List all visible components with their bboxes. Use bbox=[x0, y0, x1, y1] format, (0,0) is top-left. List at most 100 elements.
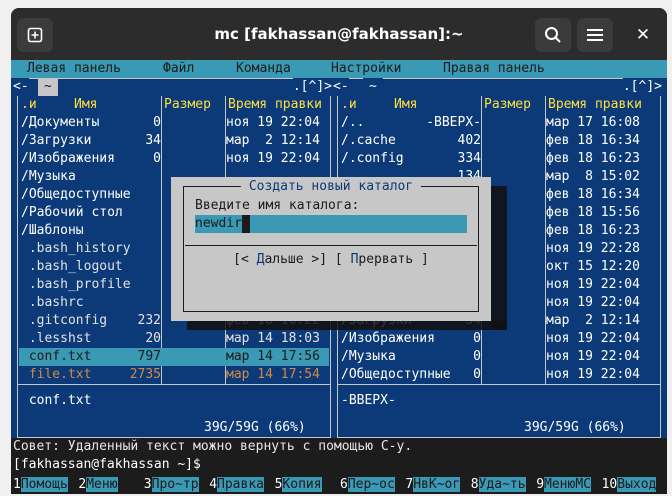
file-time: фев 18 16:34 bbox=[546, 133, 640, 148]
menu-left-panel[interactable]: Левая панель bbox=[27, 60, 121, 78]
left-col-time[interactable]: Время правки bbox=[228, 96, 322, 114]
file-size: 0 bbox=[473, 349, 481, 364]
file-name: .bash_logout bbox=[21, 259, 123, 274]
dialog-shadow bbox=[491, 186, 507, 330]
right-panel-corner-right[interactable]: .[^]> bbox=[622, 78, 662, 96]
file-size: 2735 bbox=[129, 367, 161, 382]
file-size: 34 bbox=[145, 133, 161, 148]
right-disk-usage: 39G/59G (66%) bbox=[520, 419, 630, 437]
file-row[interactable]: .lesshst 20 мар 14 18:03 bbox=[19, 330, 329, 348]
file-name: /Шаблоны bbox=[21, 223, 84, 238]
menu-command[interactable]: Команда bbox=[236, 60, 291, 78]
left-sort-indicator[interactable]: .и bbox=[21, 96, 37, 114]
dialog-prompt-label: Введите имя каталога: bbox=[195, 198, 360, 213]
dialog-separator bbox=[185, 245, 477, 246]
file-time: ноя 19 22:04 bbox=[546, 331, 640, 346]
file-size: 797 bbox=[137, 349, 161, 364]
file-time: ноя 19 22:04 bbox=[226, 115, 320, 130]
file-row[interactable]: /.config 334 фев 18 16:23 bbox=[339, 150, 659, 168]
left-panel-corner-right[interactable]: .[^]> bbox=[292, 78, 332, 96]
shell-prompt[interactable]: [fakhassan@fakhassan ~]$ bbox=[11, 456, 667, 474]
search-button[interactable] bbox=[535, 18, 571, 52]
fkey-10[interactable]: 10Выход bbox=[602, 476, 657, 494]
main-menu-button[interactable] bbox=[577, 18, 613, 52]
terminal-content[interactable]: Левая панель Файл Команда Настройки Прав… bbox=[11, 60, 667, 494]
file-row[interactable]: /Изображения 0 ноя 19 22:04 bbox=[19, 150, 329, 168]
right-status-line: -ВВЕРХ- bbox=[341, 393, 396, 408]
fkey-8[interactable]: 8Уда~ть bbox=[471, 476, 526, 494]
file-time: фев 18 16:23 bbox=[546, 151, 640, 166]
file-time: мар 14 17:56 bbox=[226, 349, 320, 364]
ok-button[interactable]: [< Дальше >] bbox=[233, 252, 327, 267]
file-size: 232 bbox=[137, 313, 161, 328]
right-panel-corner-left[interactable]: <- bbox=[333, 78, 349, 96]
file-name: /Общедоступные bbox=[21, 187, 131, 202]
file-name: /Документы bbox=[21, 115, 100, 130]
fkey-3[interactable]: 3Про~тр bbox=[144, 476, 199, 494]
file-row[interactable]: /.cache 402 фев 18 16:34 bbox=[339, 132, 659, 150]
file-name: /Музыка bbox=[21, 169, 76, 184]
file-name: /.. bbox=[341, 115, 365, 130]
directory-name-value: newdir bbox=[195, 216, 242, 231]
search-icon bbox=[545, 27, 561, 43]
fkey-7[interactable]: 7НвК~ог bbox=[405, 476, 461, 494]
file-name: /Общедоступные bbox=[341, 367, 451, 382]
right-sort-indicator[interactable]: .и bbox=[341, 96, 357, 114]
fkey-4[interactable]: 4Правка bbox=[209, 476, 264, 494]
text-cursor bbox=[241, 215, 250, 233]
dialog-frame: Создать новый каталог Введите имя катало… bbox=[183, 178, 479, 312]
file-row[interactable]: file.txt 2735 мар 14 17:54 bbox=[19, 366, 329, 384]
file-row[interactable]: /Документы 0 ноя 19 22:04 bbox=[19, 114, 329, 132]
right-col-name[interactable]: Имя bbox=[394, 96, 417, 114]
cancel-button[interactable]: [ Прервать ] bbox=[327, 252, 429, 267]
fkey-1[interactable]: 1Помощь bbox=[13, 476, 68, 494]
left-panel-path[interactable]: ~ bbox=[38, 78, 58, 96]
file-name: .bash_profile bbox=[21, 277, 131, 292]
terminal-window: mc [fakhassan@fakhassan]:~ ✕ Левая панел… bbox=[11, 8, 667, 494]
right-col-time[interactable]: Время правки bbox=[548, 96, 642, 114]
file-time: ноя 19 22:04 bbox=[546, 295, 640, 310]
fkey-6[interactable]: 6Пер~ос bbox=[340, 476, 395, 494]
file-time: мар 17 16:08 bbox=[546, 115, 640, 130]
menu-right-panel[interactable]: Правая панель bbox=[443, 60, 545, 78]
menu-file[interactable]: Файл bbox=[163, 60, 194, 78]
left-col-name[interactable]: Имя bbox=[74, 96, 97, 114]
file-time: мар 8 15:02 bbox=[546, 169, 640, 184]
right-panel-path[interactable]: ~ bbox=[363, 78, 383, 96]
menu-settings[interactable]: Настройки bbox=[331, 60, 401, 78]
close-button[interactable]: ✕ bbox=[627, 20, 659, 50]
file-name: file.txt bbox=[21, 367, 92, 382]
file-time: мар 2 12:14 bbox=[226, 133, 320, 148]
file-row[interactable]: /Музыка 0 ноя 19 22:04 bbox=[339, 348, 659, 366]
file-size: 0 bbox=[153, 115, 161, 130]
fkey-5[interactable]: 5Копия bbox=[275, 476, 322, 494]
file-size: -ВВЕРХ- bbox=[426, 115, 481, 130]
file-name: /Рабочий стол bbox=[21, 205, 123, 220]
file-size: 334 bbox=[457, 151, 481, 166]
file-name: .bashrc bbox=[21, 295, 84, 310]
file-size: 402 bbox=[457, 133, 481, 148]
file-row[interactable]: /.. -ВВЕРХ-мар 17 16:08 bbox=[339, 114, 659, 132]
file-name: conf.txt bbox=[21, 349, 92, 364]
file-row[interactable]: conf.txt 797 мар 14 17:56 bbox=[19, 348, 329, 366]
hint-line: Совет: Удаленный текст можно вернуть с п… bbox=[11, 438, 667, 456]
file-row[interactable]: /Общедоступные 0 ноя 19 22:04 bbox=[339, 366, 659, 384]
file-time: мар 14 18:03 bbox=[226, 331, 320, 346]
left-col-size[interactable]: Размер bbox=[164, 96, 211, 114]
file-row[interactable]: /Загрузки 34 мар 2 12:14 bbox=[19, 132, 329, 150]
fkey-2[interactable]: 2Меню bbox=[78, 476, 118, 494]
file-name: .bash_history bbox=[21, 241, 131, 256]
file-size: 0 bbox=[153, 151, 161, 166]
dialog-title: Создать новый каталог bbox=[240, 178, 422, 196]
file-name: /Изображения bbox=[21, 151, 115, 166]
file-name: /Музыка bbox=[341, 349, 396, 364]
file-row[interactable]: /Изображения 0 ноя 19 22:04 bbox=[339, 330, 659, 348]
file-size: 0 bbox=[473, 331, 481, 346]
file-time: ноя 19 22:28 bbox=[546, 241, 640, 256]
left-panel-corner-left[interactable]: <- bbox=[13, 78, 29, 96]
directory-name-input[interactable]: newdir bbox=[195, 215, 467, 233]
file-time: ноя 19 22:04 bbox=[546, 367, 640, 382]
fkey-9[interactable]: 9МенюMC bbox=[536, 476, 591, 494]
function-key-bar: 1Помощь 2Меню 3Про~тр 4Правка 5Копия 6Пер~ос 7… bbox=[11, 474, 667, 494]
right-col-size[interactable]: Размер bbox=[484, 96, 531, 114]
